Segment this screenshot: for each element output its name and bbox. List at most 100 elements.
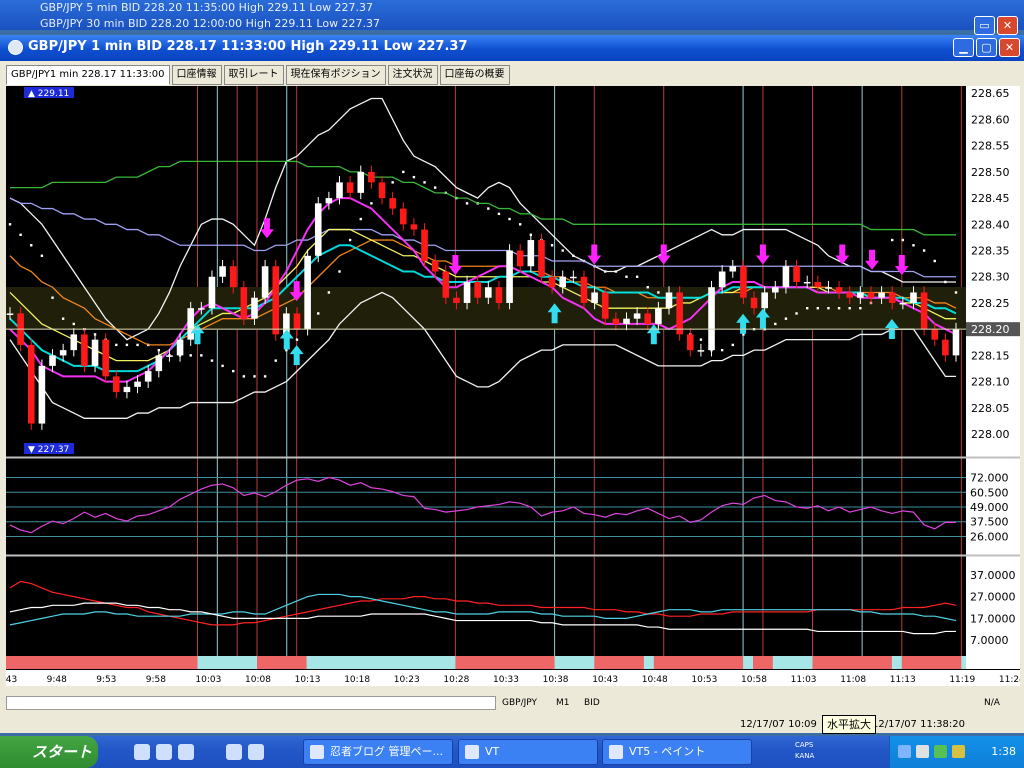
y-tick-label: 228.45 bbox=[971, 192, 1010, 205]
candle-body bbox=[49, 355, 56, 366]
sar-dot bbox=[433, 186, 437, 189]
candle-body bbox=[463, 281, 471, 303]
chart-area[interactable]: 228.65 228.60 228.55 228.50 228.45 228.40 228.… bbox=[0, 86, 1024, 686]
timeframe-select[interactable]: M1 bbox=[556, 696, 570, 710]
candle-body bbox=[857, 292, 864, 298]
tab-positions[interactable]: 現在保有ポジション bbox=[285, 65, 386, 85]
taskbar-item-vt[interactable]: VT bbox=[458, 739, 598, 765]
candle-body bbox=[453, 297, 460, 303]
taskbar: スタート 忍者ブログ 管理ペー... VT VT5 - ペイント CAPS KA… bbox=[0, 736, 1024, 768]
candle-body bbox=[229, 266, 237, 288]
x-tick-label: 10:28 bbox=[443, 675, 469, 685]
sar-dot bbox=[136, 343, 139, 347]
candle-body bbox=[102, 339, 109, 377]
sar-dot bbox=[954, 291, 958, 294]
background-window-title-2[interactable]: GBP/JPY 30 min BID 228.20 12:00:00 High … bbox=[40, 17, 380, 31]
close-icon[interactable]: ✕ bbox=[997, 16, 1018, 35]
candle-body bbox=[835, 287, 843, 293]
sar-dot bbox=[295, 338, 299, 341]
x-tick-label: 9:43 bbox=[6, 675, 17, 685]
status-right-time: 12/17/07 11:38:20 bbox=[872, 719, 966, 730]
background-window-title-1[interactable]: GBP/JPY 5 min BID 228.20 11:35:00 High 2… bbox=[40, 1, 373, 15]
candle-body bbox=[431, 261, 439, 272]
candle-body bbox=[867, 292, 875, 298]
sar-dot bbox=[189, 354, 192, 357]
sar-dot bbox=[242, 375, 246, 378]
sar-dot bbox=[327, 291, 331, 294]
y-tick-label: 228.35 bbox=[971, 245, 1010, 258]
candle-body bbox=[134, 381, 141, 387]
quicklaunch-icon-5[interactable] bbox=[248, 744, 264, 760]
x-tick-label: 9:58 bbox=[146, 675, 166, 685]
candle-body bbox=[112, 376, 120, 393]
price-chart-svg[interactable]: 228.65 228.60 228.55 228.50 228.45 228.40 228.… bbox=[0, 86, 1024, 686]
candle-body bbox=[623, 318, 630, 324]
sell-arrow bbox=[656, 244, 671, 265]
candle-body bbox=[495, 287, 503, 303]
taskbar-item-paint[interactable]: VT5 - ペイント bbox=[602, 739, 752, 765]
candle-body bbox=[346, 182, 354, 193]
tray-icon-1[interactable] bbox=[916, 745, 929, 758]
candle-body bbox=[293, 313, 301, 330]
x-tick-label: 11:03 bbox=[791, 675, 817, 685]
buy-arrow bbox=[289, 345, 304, 366]
candle-body bbox=[442, 271, 450, 298]
tab-account-info[interactable]: 口座情報 bbox=[171, 65, 222, 85]
sar-dot bbox=[699, 338, 703, 341]
current-price-label: 228.20 bbox=[971, 323, 1010, 336]
sar-dot bbox=[922, 249, 926, 252]
tray-icon-2[interactable] bbox=[934, 745, 947, 758]
sar-dot bbox=[51, 296, 54, 299]
taskbar-item-label: 忍者ブログ 管理ペー... bbox=[330, 745, 443, 758]
pair-select[interactable]: GBP/JPY bbox=[502, 696, 537, 710]
candle-body bbox=[506, 250, 513, 303]
candle-body bbox=[559, 276, 567, 288]
sar-dot bbox=[125, 343, 129, 347]
tab-rates[interactable]: 取引レート bbox=[223, 65, 284, 85]
lower-tick-label: 7.0000 bbox=[970, 634, 1009, 647]
sar-dot bbox=[465, 202, 469, 205]
tab-chart[interactable]: GBP/JPY1 min 228.17 11:33:00 bbox=[6, 65, 170, 85]
tray-back-icon[interactable] bbox=[898, 745, 911, 758]
x-tick-label: 10:03 bbox=[195, 675, 221, 685]
quicklaunch-icon-1[interactable] bbox=[134, 744, 150, 760]
window-close-icon[interactable]: ✕ bbox=[999, 38, 1020, 57]
x-tick-label: 10:18 bbox=[344, 675, 370, 685]
app-icon bbox=[8, 40, 23, 55]
candle-body bbox=[601, 292, 609, 319]
signal-band-cyan bbox=[772, 656, 813, 669]
candle-body bbox=[6, 313, 14, 315]
quicklaunch-icon-4[interactable] bbox=[226, 744, 242, 760]
quicklaunch-ie-icon[interactable] bbox=[156, 744, 172, 760]
restore-icon[interactable]: ▭ bbox=[974, 16, 995, 35]
candle-body bbox=[846, 292, 854, 298]
x-tick-label: 9:53 bbox=[96, 675, 116, 685]
candle-body bbox=[548, 276, 556, 288]
price-type-select[interactable]: BID bbox=[584, 696, 600, 710]
candle-body bbox=[718, 271, 726, 288]
tab-orders[interactable]: 注文状況 bbox=[387, 65, 438, 85]
y-tick-label: 228.05 bbox=[971, 402, 1010, 415]
candle-body bbox=[251, 297, 258, 319]
sar-dot bbox=[891, 238, 894, 242]
x-tick-label: 10:43 bbox=[592, 675, 618, 685]
y-tick-label: 228.40 bbox=[971, 218, 1010, 231]
quicklaunch-icon-3[interactable] bbox=[178, 744, 194, 760]
tray-icon-3[interactable] bbox=[952, 745, 965, 758]
tab-account-summary[interactable]: 口座毎の概要 bbox=[439, 65, 510, 85]
start-button[interactable]: スタート bbox=[0, 736, 98, 768]
window-titlebar[interactable]: GBP/JPY 1 min BID 228.17 11:33:00 High 2… bbox=[0, 35, 1024, 61]
candle-body bbox=[389, 198, 396, 209]
window-title: GBP/JPY 1 min BID 228.17 11:33:00 High 2… bbox=[28, 39, 468, 54]
horizontal-scrollbar[interactable] bbox=[6, 696, 496, 710]
na-select[interactable]: N/A bbox=[984, 696, 1000, 710]
y-tick-label: 228.25 bbox=[971, 297, 1010, 310]
sar-dot bbox=[859, 307, 862, 310]
candle-body bbox=[261, 266, 269, 298]
taskbar-item-blog[interactable]: 忍者ブログ 管理ペー... bbox=[303, 739, 453, 765]
sar-dot bbox=[816, 307, 820, 310]
chart-toolbar: GBP/JPY M1 BID N/A bbox=[6, 694, 1020, 712]
maximize-icon[interactable]: ▢ bbox=[976, 38, 997, 57]
minimize-icon[interactable]: ▁ bbox=[953, 38, 974, 57]
candle-body bbox=[761, 292, 768, 309]
